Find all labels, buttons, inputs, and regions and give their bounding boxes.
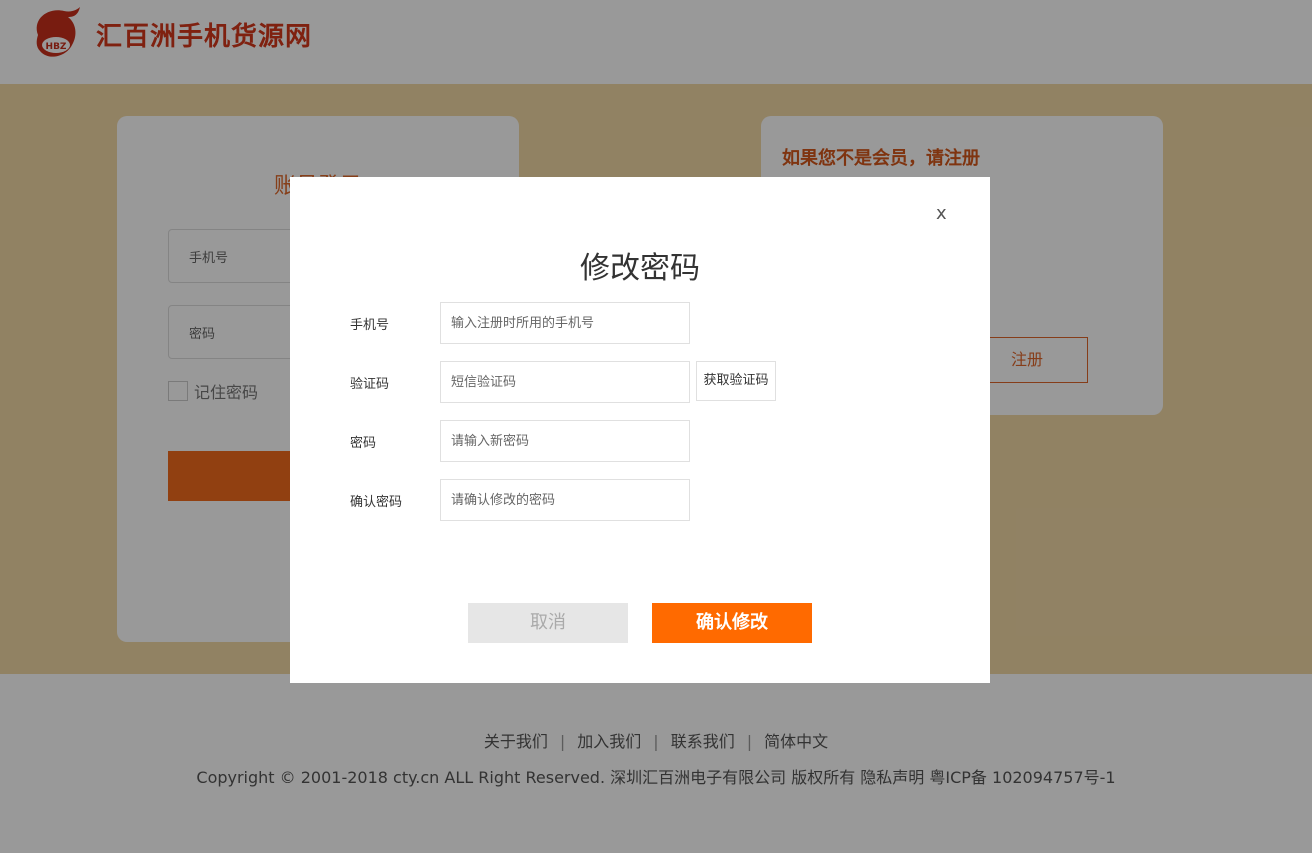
confirm-button[interactable]: 确认修改 — [652, 603, 812, 643]
new-password-label: 密码 — [350, 436, 377, 451]
confirm-password-label: 确认密码 — [350, 495, 403, 510]
verification-code-label: 验证码 — [350, 377, 390, 392]
get-code-button[interactable]: 获取验证码 — [696, 361, 776, 401]
phone-label: 手机号 — [350, 318, 390, 333]
confirm-password-input[interactable] — [440, 479, 690, 521]
new-password-input[interactable] — [440, 420, 690, 462]
close-icon[interactable]: x — [936, 203, 947, 224]
cancel-button[interactable]: 取消 — [468, 603, 628, 643]
change-password-modal: x 修改密码 手机号 验证码 获取验证码 密码 确认密码 取消 确认修改 — [290, 177, 990, 683]
phone-input[interactable] — [440, 302, 690, 344]
verification-code-input[interactable] — [440, 361, 690, 403]
modal-title: 修改密码 — [580, 251, 700, 286]
